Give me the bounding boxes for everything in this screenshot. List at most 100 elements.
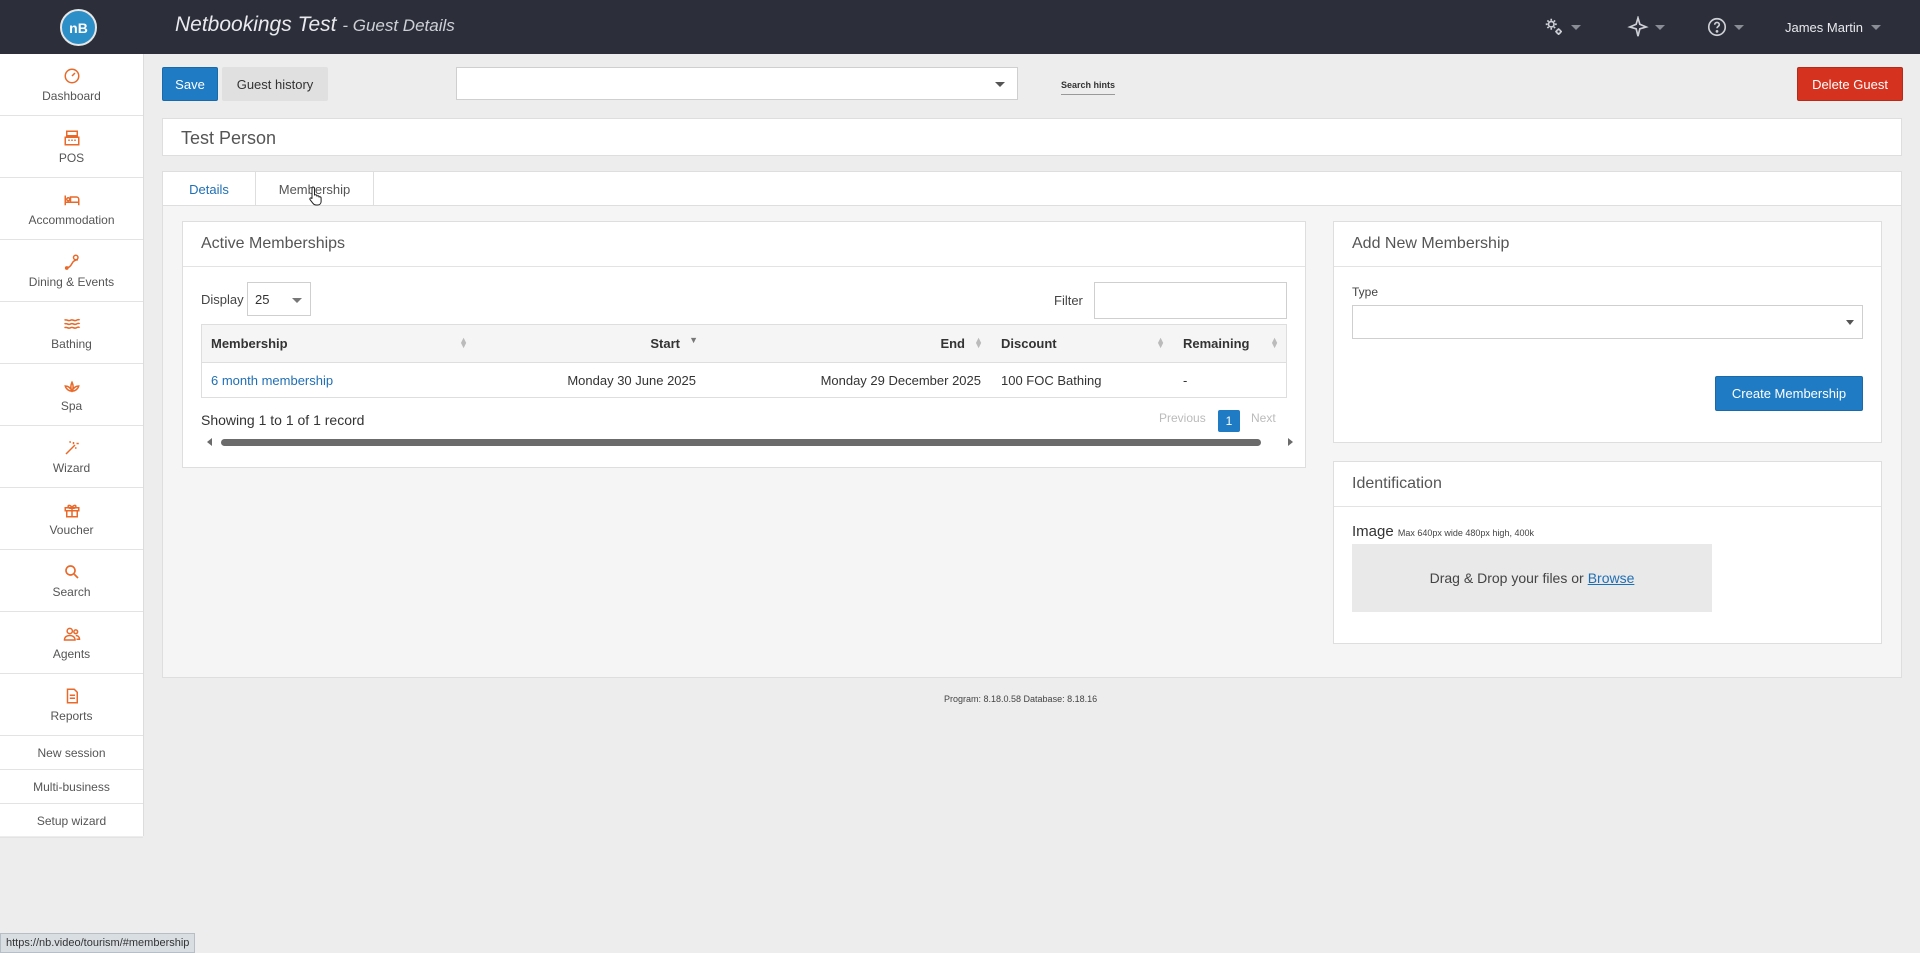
browse-link[interactable]: Browse — [1588, 570, 1635, 586]
panel-title: Identification — [1334, 462, 1881, 507]
sidebar-item-dining-events[interactable]: Dining & Events — [0, 240, 143, 302]
version-info: Program: 8.18.0.58 Database: 8.18.16 — [944, 694, 1098, 704]
sort-icon: ▲ ▼ — [1270, 335, 1279, 350]
sidebar-item-label: Voucher — [49, 522, 94, 537]
panel-title: Add New Membership — [1334, 222, 1881, 267]
remaining-cell: - — [1173, 362, 1287, 398]
display-count-select[interactable]: 25 — [247, 282, 311, 316]
sidebar-item-label: Agents — [52, 646, 91, 661]
sidebar-item-spa[interactable]: Spa — [0, 364, 143, 426]
sidebar-item-reports[interactable]: Reports — [0, 674, 143, 736]
tab-details[interactable]: Details — [163, 172, 255, 206]
memberships-table: Membership ▲ ▼ Start ▼ End ▲ ▼ Discount ▲ ▼ Rem… — [201, 324, 1287, 398]
scrollbar-thumb[interactable] — [221, 439, 1261, 446]
bed-icon — [64, 195, 79, 205]
start-cell: Monday 30 June 2025 — [476, 362, 706, 398]
image-label-text: Image — [1352, 523, 1394, 540]
sidebar-item-dashboard[interactable]: Dashboard — [0, 54, 143, 116]
user-name: James Martin — [1785, 20, 1864, 35]
chevron-down-icon — [1871, 25, 1882, 30]
app-logo[interactable]: nB — [60, 9, 97, 46]
sidebar-item-label: POS — [58, 150, 85, 165]
filter-input[interactable] — [1094, 282, 1287, 319]
membership-type-select[interactable] — [1352, 305, 1863, 339]
top-bar: nB Netbookings Test - Guest Details Jame… — [0, 0, 1920, 54]
sidebar-item-accommodation[interactable]: Accommodation — [0, 178, 143, 240]
add-membership-panel: Add New Membership Type Create Membershi… — [1333, 221, 1882, 443]
sort-desc-icon: ▼ — [689, 335, 698, 345]
search-hints-link[interactable]: Search hints — [1061, 80, 1116, 95]
sidebar-item-pos[interactable]: POS — [0, 116, 143, 178]
sort-icon: ▲ ▼ — [1156, 335, 1165, 350]
lotus-icon — [63, 380, 80, 393]
column-header-end[interactable]: End ▲ ▼ — [706, 324, 991, 363]
pager-page-1[interactable]: 1 — [1218, 410, 1240, 432]
guest-name: Test Person — [181, 128, 277, 148]
sidebar-item-label: Reports — [50, 708, 93, 723]
tab-bar: Details Membership — [162, 171, 1902, 206]
dashboard-icon — [64, 68, 79, 83]
guest-history-button[interactable]: Guest history — [222, 67, 328, 101]
sidebar-item-wizard[interactable]: Wizard — [0, 426, 143, 488]
type-label: Type — [1352, 285, 1379, 299]
file-dropzone[interactable]: Drag & Drop your files or Browse — [1352, 544, 1712, 612]
chevron-down-icon — [995, 82, 1005, 87]
dining-icon — [64, 254, 79, 270]
column-header-membership[interactable]: Membership ▲ ▼ — [201, 324, 476, 363]
sidebar-item-agents[interactable]: Agents — [0, 612, 143, 674]
column-header-discount[interactable]: Discount ▲ ▼ — [991, 324, 1173, 363]
scroll-right-icon[interactable] — [1288, 438, 1293, 446]
magic-wand-icon — [64, 440, 79, 455]
settings-menu[interactable] — [1543, 14, 1581, 40]
chevron-down-icon — [292, 298, 302, 303]
table-row: 6 month membership Monday 30 June 2025 M… — [201, 362, 1287, 398]
chevron-down-icon — [1655, 24, 1665, 30]
sidebar-link-new-session[interactable]: New session — [0, 736, 143, 770]
column-header-start[interactable]: Start ▼ — [476, 324, 706, 363]
scroll-left-icon[interactable] — [207, 438, 212, 446]
sidebar-item-bathing[interactable]: Bathing — [0, 302, 143, 364]
sidebar-item-label: Spa — [60, 398, 83, 413]
membership-cell: 6 month membership — [201, 362, 476, 398]
sidebar-item-voucher[interactable]: Voucher — [0, 488, 143, 550]
sidebar-item-label: Accommodation — [28, 212, 115, 227]
sidebar-item-search[interactable]: Search — [0, 550, 143, 612]
guest-name-panel: Test Person — [162, 118, 1902, 156]
register-icon — [64, 130, 79, 145]
sidebar-link-multi-business[interactable]: Multi-business — [0, 770, 143, 804]
membership-link[interactable]: 6 month membership — [211, 373, 333, 388]
page-subtitle: - Guest Details — [342, 16, 455, 35]
showing-records-text: Showing 1 to 1 of 1 record — [201, 412, 365, 428]
travel-menu[interactable] — [1627, 14, 1665, 40]
pager-next[interactable]: Next — [1251, 411, 1276, 425]
guest-search-select[interactable] — [456, 67, 1018, 100]
display-label: Display — [201, 292, 244, 307]
save-button[interactable]: Save — [162, 67, 218, 101]
sidebar: Dashboard POS Accommodation Dining & Eve… — [0, 54, 144, 838]
pager-previous[interactable]: Previous — [1159, 411, 1206, 425]
waves-icon — [63, 318, 80, 329]
sidebar-item-label: Bathing — [51, 336, 92, 351]
gift-icon — [64, 504, 79, 517]
filter-label: Filter — [1054, 293, 1083, 308]
app-name: Netbookings Test — [175, 13, 337, 36]
settings-gears-icon — [1545, 18, 1562, 35]
sidebar-link-setup-wizard[interactable]: Setup wizard — [0, 804, 143, 838]
sort-icon: ▲ ▼ — [459, 335, 468, 350]
delete-guest-button[interactable]: Delete Guest — [1797, 67, 1903, 101]
table-header-row: Membership ▲ ▼ Start ▼ End ▲ ▼ Discount ▲ ▼ Rem… — [201, 324, 1287, 363]
column-header-remaining[interactable]: Remaining ▲ ▼ — [1173, 324, 1287, 363]
help-menu[interactable] — [1706, 14, 1744, 40]
end-cell: Monday 29 December 2025 — [706, 362, 991, 398]
user-menu[interactable]: James Martin — [1785, 20, 1882, 35]
search-icon — [64, 564, 79, 579]
horizontal-scrollbar[interactable] — [205, 436, 1295, 448]
image-label: Image Max 640px wide 480px high, 400k — [1352, 523, 1534, 540]
help-circle-icon — [1707, 17, 1727, 37]
discount-cell: 100 FOC Bathing — [991, 362, 1173, 398]
plane-icon — [1627, 16, 1649, 37]
sort-icon: ▲ ▼ — [974, 335, 983, 350]
identification-panel: Identification Image Max 640px wide 480p… — [1333, 461, 1882, 644]
create-membership-button[interactable]: Create Membership — [1715, 376, 1863, 411]
dropzone-text: Drag & Drop your files or — [1429, 570, 1584, 586]
